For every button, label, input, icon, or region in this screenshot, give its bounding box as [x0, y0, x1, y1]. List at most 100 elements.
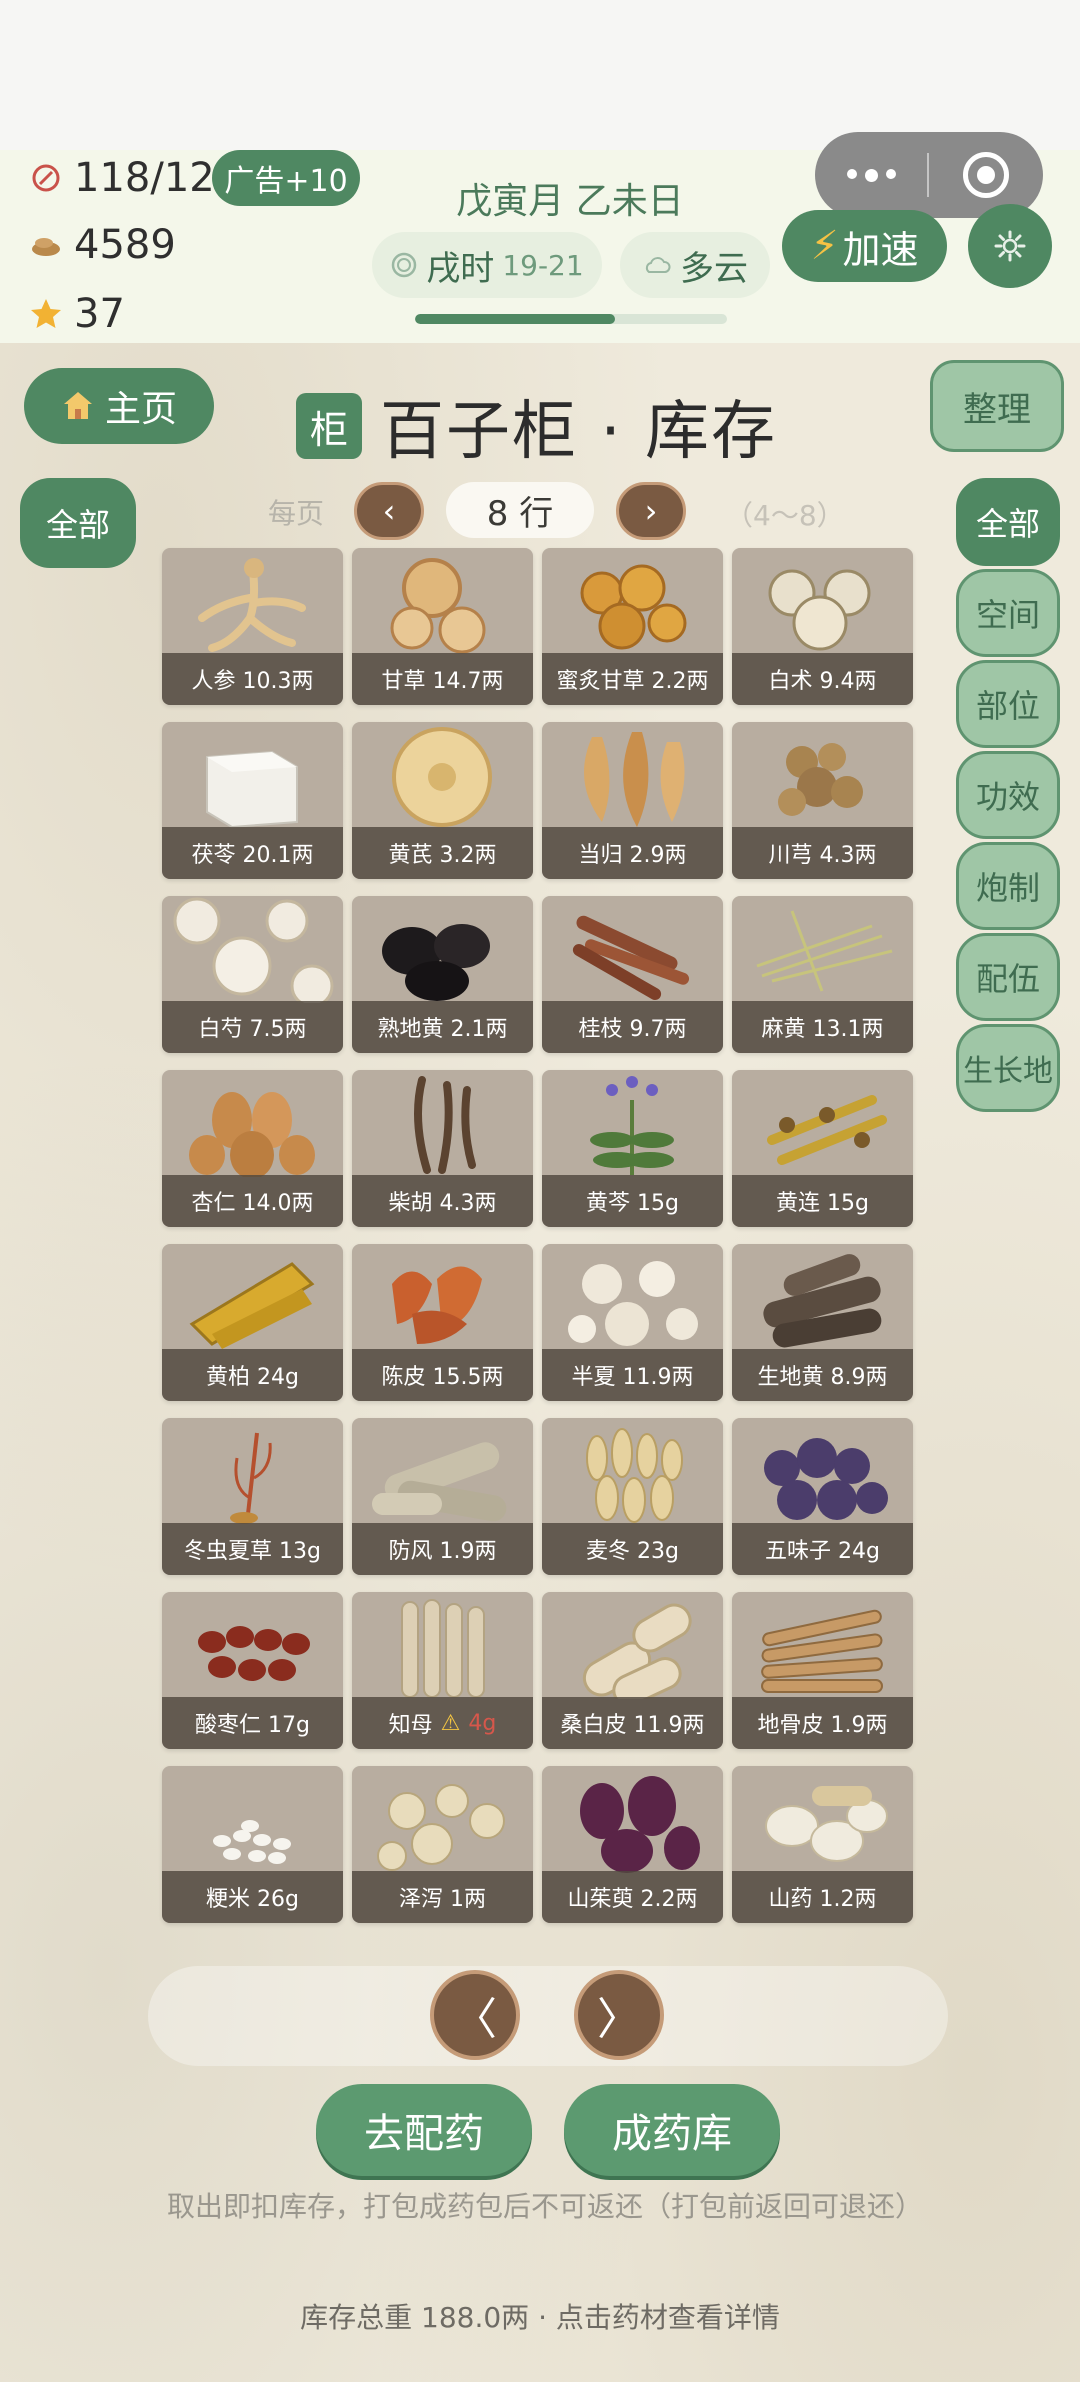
herb-tile[interactable]: 黄连 15g	[732, 1070, 913, 1227]
bark-tubes-icon	[761, 1609, 883, 1693]
filter-space[interactable]: 空间	[956, 569, 1060, 657]
house-icon	[63, 392, 92, 419]
herb-label: 泽泻 1两	[352, 1871, 533, 1923]
filter-origin[interactable]: 生长地	[956, 1024, 1060, 1112]
more-menu-icon[interactable]	[815, 168, 927, 182]
settings-button[interactable]	[968, 204, 1052, 288]
rows-decrease-button[interactable]: ‹	[354, 482, 424, 540]
herb-name-amount: 川芎 4.3两	[768, 843, 877, 868]
herb-name-amount: 柴胡 4.3两	[388, 1191, 497, 1216]
home-label: 主页	[104, 389, 177, 430]
herb-tile[interactable]: 杏仁 14.0两	[162, 1070, 343, 1227]
herb-label: 麻黄 13.1两	[732, 1001, 913, 1053]
herb-name-amount: 熟地黄 2.1两	[377, 1017, 508, 1042]
all-filter-left-button[interactable]: 全部	[20, 478, 136, 568]
herb-name-amount: 防风 1.9两	[388, 1539, 497, 1564]
filter-compatibility[interactable]: 配伍	[956, 933, 1060, 1021]
yam-slices-icon	[765, 1786, 888, 1862]
orange-peel-icon	[392, 1266, 482, 1344]
top-blank-area	[0, 0, 1080, 150]
dispense-button[interactable]: 去配药	[316, 2084, 532, 2176]
herb-label: 人参 10.3两	[162, 653, 343, 705]
speed-up-button[interactable]: ⚡ 加速	[782, 210, 947, 282]
herb-tile[interactable]: 麦冬 23g	[542, 1418, 723, 1575]
herb-tile[interactable]: 蜜炙甘草 2.2两	[542, 548, 723, 705]
stars-row: 37	[28, 291, 125, 337]
herb-tile[interactable]: 人参 10.3两	[162, 548, 343, 705]
herb-name-amount: 麻黄 13.1两	[761, 1017, 884, 1042]
herb-tile[interactable]: 防风 1.9两	[352, 1418, 533, 1575]
weather-pill: 多云	[620, 232, 770, 298]
home-button[interactable]: 主页	[24, 368, 214, 444]
herb-label: 粳米 26g	[162, 1871, 343, 1923]
grey-roots-icon	[372, 1442, 507, 1522]
herb-tile[interactable]: 山药 1.2两	[732, 1766, 913, 1923]
herb-label: 柴胡 4.3两	[352, 1175, 533, 1227]
coins-row: 4589	[28, 222, 176, 268]
herb-label: 知母 ⚠ 4g	[352, 1697, 533, 1749]
herb-tile[interactable]: 甘草 14.7两	[352, 548, 533, 705]
herb-tile[interactable]: 白芍 7.5两	[162, 896, 343, 1053]
herb-name-amount: 黄柏 24g	[206, 1365, 299, 1390]
rice-icon	[213, 1820, 291, 1864]
herb-tile[interactable]: 知母 ⚠ 4g	[352, 1592, 533, 1749]
herb-label: 五味子 24g	[732, 1523, 913, 1575]
herb-tile[interactable]: 生地黄 8.9两	[732, 1244, 913, 1401]
herb-tile[interactable]: 川芎 4.3两	[732, 722, 913, 879]
close-target-icon[interactable]	[929, 152, 1043, 198]
filter-all[interactable]: 全部	[956, 478, 1060, 566]
herb-tile[interactable]: 山茱萸 2.2两	[542, 1766, 723, 1923]
lightning-icon: ⚡	[810, 223, 839, 269]
coin-pile-icon	[32, 238, 60, 256]
herb-label: 麦冬 23g	[542, 1523, 723, 1575]
prev-page-button[interactable]: 〈	[430, 1970, 520, 2060]
herb-label: 半夏 11.9两	[542, 1349, 723, 1401]
herb-name-amount: 桑白皮 11.9两	[560, 1713, 705, 1738]
clock-icon	[392, 252, 417, 278]
herb-name-amount: 白术 9.4两	[768, 669, 877, 694]
yellow-roots-icon	[767, 1095, 887, 1165]
next-page-button[interactable]: 〉	[574, 1970, 664, 2060]
herb-name-amount: 桂枝 9.7两	[578, 1017, 687, 1042]
herb-label: 陈皮 15.5两	[352, 1349, 533, 1401]
white-tubers-icon	[568, 1261, 698, 1346]
white-slices-icon	[173, 897, 334, 1003]
inventory-total: 库存总重 188.0两 · 点击药材查看详情	[300, 2301, 780, 2334]
rows-increase-button[interactable]: ›	[616, 482, 686, 540]
herb-tile[interactable]: 粳米 26g	[162, 1766, 343, 1923]
herb-tile[interactable]: 地骨皮 1.9两	[732, 1592, 913, 1749]
finished-medicine-button[interactable]: 成药库	[564, 2084, 780, 2176]
filter-processing[interactable]: 炮制	[956, 842, 1060, 930]
herb-tile[interactable]: 酸枣仁 17g	[162, 1592, 343, 1749]
herb-tile[interactable]: 茯苓 20.1两	[162, 722, 343, 879]
filter-part[interactable]: 部位	[956, 660, 1060, 748]
herb-tile[interactable]: 泽泻 1两	[352, 1766, 533, 1923]
herb-tile[interactable]: 麻黄 13.1两	[732, 896, 913, 1053]
herb-name-amount: 蜜炙甘草 2.2两	[556, 669, 709, 694]
herb-tile[interactable]: 柴胡 4.3两	[352, 1070, 533, 1227]
herb-tile[interactable]: 黄芩 15g	[542, 1070, 723, 1227]
herb-tile[interactable]: 熟地黄 2.1两	[352, 896, 533, 1053]
herb-tile[interactable]: 桑白皮 11.9两	[542, 1592, 723, 1749]
slices-icon	[390, 558, 486, 654]
ad-reward-button[interactable]: 广告+10	[212, 150, 360, 206]
herb-tile[interactable]: 白术 9.4两	[732, 548, 913, 705]
herb-tile[interactable]: 黄柏 24g	[162, 1244, 343, 1401]
herb-tile[interactable]: 当归 2.9两	[542, 722, 723, 879]
page-title-text: 百子柜 · 库存	[380, 395, 778, 469]
herb-tile[interactable]: 黄芪 3.2两	[352, 722, 533, 879]
bark-rolls-icon	[582, 1603, 692, 1699]
herb-label: 地骨皮 1.9两	[732, 1697, 913, 1749]
herb-label: 当归 2.9两	[542, 827, 723, 879]
herb-tile[interactable]: 桂枝 9.7两	[542, 896, 723, 1053]
herb-tile[interactable]: 五味子 24g	[732, 1418, 913, 1575]
herb-tile[interactable]: 冬虫夏草 13g	[162, 1418, 343, 1575]
filter-effect[interactable]: 功效	[956, 751, 1060, 839]
herb-tile[interactable]: 陈皮 15.5两	[352, 1244, 533, 1401]
sort-button[interactable]: 整理	[930, 360, 1064, 452]
cloud-icon	[645, 257, 671, 273]
herb-name-amount: 地骨皮 1.9两	[757, 1713, 888, 1738]
energy-icon	[32, 164, 60, 192]
herb-tile[interactable]: 半夏 11.9两	[542, 1244, 723, 1401]
knobby-root-icon	[778, 743, 863, 816]
